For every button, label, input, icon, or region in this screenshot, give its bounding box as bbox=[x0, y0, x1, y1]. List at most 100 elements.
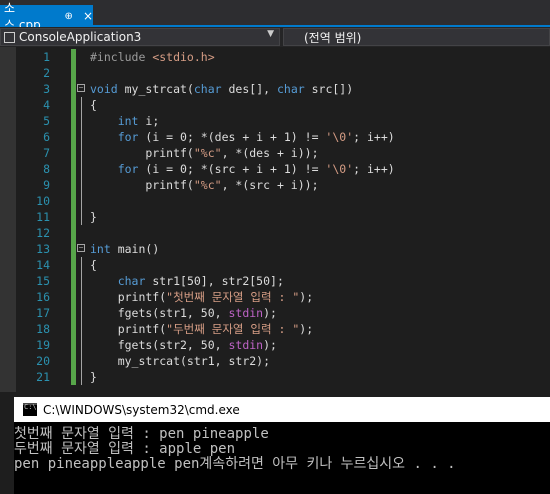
outline-guide bbox=[81, 193, 82, 209]
change-marker bbox=[71, 353, 76, 369]
outline-guide bbox=[81, 369, 82, 385]
collapse-icon[interactable]: − bbox=[77, 244, 85, 252]
code-editor[interactable]: 1 #include <stdio.h> 2 3− void my_strcat(cha… bbox=[0, 47, 550, 392]
scope-name: (전역 범위) bbox=[304, 30, 362, 45]
code-line[interactable]: 3− void my_strcat(char des[], char src[]) bbox=[0, 81, 550, 97]
outline-guide bbox=[81, 209, 82, 225]
close-icon[interactable]: × bbox=[83, 9, 93, 23]
code-line[interactable]: 10 bbox=[0, 193, 550, 209]
code-line[interactable]: 12 bbox=[0, 225, 550, 241]
code-token: , *(des + i)); bbox=[221, 146, 319, 160]
line-number: 21 bbox=[36, 370, 50, 384]
code-text: void my_strcat(char des[], char src[]) bbox=[90, 81, 353, 97]
code-text: } bbox=[90, 209, 97, 225]
outline-guide bbox=[81, 257, 82, 273]
code-line[interactable]: 8 for (i = 0; *(src + i + 1) != '\0'; i+… bbox=[0, 161, 550, 177]
console-output-line: pen pineappleapple pen계속하려면 아무 키나 누르십시오 … bbox=[14, 456, 456, 472]
code-line[interactable]: 7 printf("%c", *(des + i)); bbox=[0, 145, 550, 161]
line-number: 9 bbox=[43, 178, 50, 192]
change-marker bbox=[71, 49, 76, 65]
code-text: printf("%c", *(des + i)); bbox=[90, 145, 319, 161]
code-token: ); bbox=[299, 322, 314, 336]
console-window[interactable]: C:\ C:\WINDOWS\system32\cmd.exe 첫번째 문자열 … bbox=[14, 397, 550, 494]
line-number: 17 bbox=[36, 306, 50, 320]
line-number: 14 bbox=[36, 258, 50, 272]
project-icon bbox=[4, 31, 15, 43]
code-token: , *(src + i)); bbox=[221, 178, 319, 192]
code-text: { bbox=[90, 97, 97, 113]
code-token: for bbox=[117, 130, 139, 144]
code-text: for (i = 0; *(des + i + 1) != '\0'; i++) bbox=[90, 129, 395, 145]
code-token: ); bbox=[299, 290, 314, 304]
code-token: { bbox=[90, 258, 97, 272]
document-tab-bar: 소스.cpp ⊕ × bbox=[0, 0, 550, 32]
tab-source-cpp[interactable]: 소스.cpp ⊕ × bbox=[0, 1, 93, 32]
code-token: } bbox=[90, 210, 97, 224]
code-text: my_strcat(str1, str2); bbox=[90, 353, 270, 369]
line-number: 5 bbox=[43, 114, 50, 128]
console-output-line: 첫번째 문자열 입력 : pen pineapple bbox=[14, 426, 269, 442]
code-line[interactable]: 11} bbox=[0, 209, 550, 225]
change-marker bbox=[71, 305, 76, 321]
code-text: #include <stdio.h> bbox=[90, 49, 215, 65]
code-token: char bbox=[276, 82, 305, 96]
change-marker bbox=[71, 65, 76, 81]
code-line[interactable]: 6 for (i = 0; *(des + i + 1) != '\0'; i+… bbox=[0, 129, 550, 145]
code-line[interactable]: 14 { bbox=[0, 257, 550, 273]
line-number: 16 bbox=[36, 290, 50, 304]
change-marker bbox=[71, 193, 76, 209]
line-number: 2 bbox=[43, 66, 50, 80]
line-number: 1 bbox=[43, 50, 50, 64]
code-line[interactable]: 18 printf("두번째 문자열 입력 : "); bbox=[0, 321, 550, 337]
console-icon: C:\ bbox=[23, 403, 37, 416]
outline-guide bbox=[81, 353, 82, 369]
chevron-down-icon: ▼ bbox=[267, 29, 274, 39]
code-token: str1[50], str2[50]; bbox=[145, 274, 284, 288]
code-token: my_strcat( bbox=[117, 82, 194, 96]
code-line[interactable]: 20 my_strcat(str1, str2); bbox=[0, 353, 550, 369]
outline-guide bbox=[81, 113, 82, 129]
code-line[interactable]: 9 printf("%c", *(src + i)); bbox=[0, 177, 550, 193]
code-text: for (i = 0; *(src + i + 1) != '\0'; i++) bbox=[90, 161, 395, 177]
code-line[interactable]: 4{ bbox=[0, 97, 550, 113]
project-dropdown[interactable]: ConsoleApplication3 ▼ bbox=[0, 28, 280, 46]
code-line[interactable]: 16 printf("첫번째 문자열 입력 : "); bbox=[0, 289, 550, 305]
code-token: fgets(str2, 50, bbox=[90, 338, 229, 352]
line-number: 3 bbox=[43, 82, 50, 96]
outline-guide bbox=[81, 321, 82, 337]
change-marker bbox=[71, 209, 76, 225]
console-title-bar[interactable]: C:\ C:\WINDOWS\system32\cmd.exe bbox=[14, 397, 550, 422]
code-token: my_strcat(str1, str2); bbox=[90, 354, 271, 368]
collapse-icon[interactable]: − bbox=[77, 84, 85, 92]
outline-guide bbox=[81, 273, 82, 289]
navigation-bar: ConsoleApplication3 ▼ (전역 범위) bbox=[0, 27, 550, 47]
code-line[interactable]: 15 char str1[50], str2[50]; bbox=[0, 273, 550, 289]
console-output-line: 두번째 문자열 입력 : apple pen bbox=[14, 441, 236, 457]
scope-dropdown[interactable]: (전역 범위) bbox=[283, 28, 550, 46]
code-line[interactable]: 21} bbox=[0, 369, 550, 385]
line-number: 7 bbox=[43, 146, 50, 160]
code-line[interactable]: 17 fgets(str1, 50, stdin); bbox=[0, 305, 550, 321]
line-number: 11 bbox=[36, 210, 50, 224]
change-marker bbox=[71, 145, 76, 161]
code-line[interactable]: 1 #include <stdio.h> bbox=[0, 49, 550, 65]
outline-guide bbox=[81, 161, 82, 177]
code-token: ; i++) bbox=[353, 162, 395, 176]
outline-guide bbox=[81, 145, 82, 161]
code-line[interactable]: 5 int i; bbox=[0, 113, 550, 129]
line-number: 15 bbox=[36, 274, 50, 288]
code-line[interactable]: 13 − int main() bbox=[0, 241, 550, 257]
pin-icon[interactable]: ⊕ bbox=[65, 11, 73, 22]
code-token: char bbox=[117, 274, 146, 288]
code-text: printf("%c", *(src + i)); bbox=[90, 177, 319, 193]
code-text: } bbox=[90, 369, 97, 385]
code-text: printf("첫번째 문자열 입력 : "); bbox=[90, 289, 313, 305]
code-token: (i = 0; *(des + i + 1) != bbox=[138, 130, 326, 144]
code-line[interactable]: 19 fgets(str2, 50, stdin); bbox=[0, 337, 550, 353]
change-marker bbox=[71, 113, 76, 129]
code-token: (i = 0; *(src + i + 1) != bbox=[138, 162, 326, 176]
code-line[interactable]: 2 bbox=[0, 65, 550, 81]
